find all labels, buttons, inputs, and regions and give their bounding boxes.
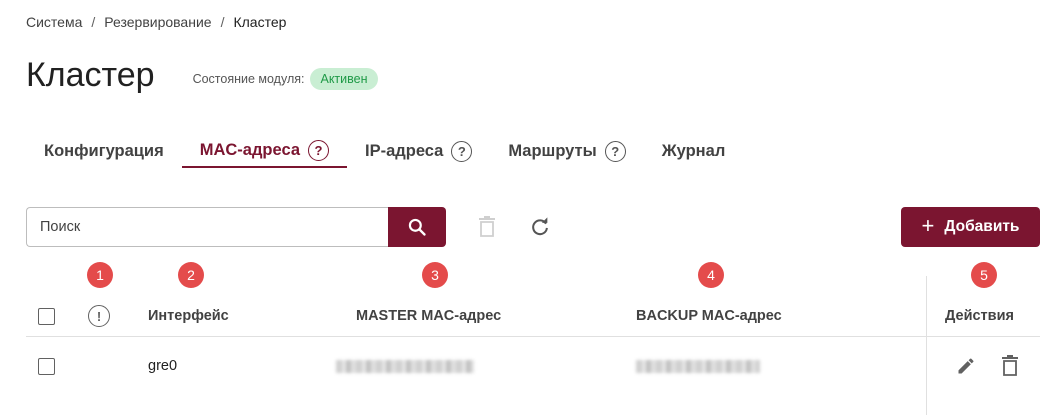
help-icon[interactable]: ? [604,140,626,162]
status-badge: Активен [310,67,378,90]
refresh-button[interactable] [528,215,552,239]
tab-label: Конфигурация [44,141,164,160]
search-icon [408,218,426,236]
redacted-value [336,359,474,373]
tab-journal[interactable]: Журнал [644,134,744,168]
select-all-cell [38,280,55,336]
row-master-mac [336,337,474,395]
tab-mac-addresses[interactable]: MAC-адреса ? [181,134,348,168]
table-header: ! Интерфейс MASTER MAC-адрес BACKUP MAC-… [26,280,1040,337]
title-row: Кластер Состояние модуля: Активен [26,56,378,95]
breadcrumb: Система / Резервирование / Кластер [26,14,286,30]
row-select-cell [38,337,55,395]
pencil-icon [958,358,974,374]
column-header-actions: Действия [945,308,1014,324]
breadcrumb-separator: / [91,14,96,30]
breadcrumb-item-backup[interactable]: Резервирование [104,14,211,30]
status-column-header: ! [88,280,110,336]
column-header-backup-mac[interactable]: BACKUP MAC-адрес [636,280,782,336]
add-button[interactable]: + Добавить [901,207,1040,247]
mac-address-table: ! Интерфейс MASTER MAC-адрес BACKUP MAC-… [26,276,1040,415]
help-icon[interactable]: ? [308,139,330,161]
tab-label: IP-адреса [365,141,444,160]
tab-ip-addresses[interactable]: IP-адреса ? [347,134,490,168]
module-state-label: Состояние модуля: [192,71,305,86]
tab-label: Журнал [661,141,726,160]
help-icon[interactable]: ? [451,140,473,162]
breadcrumb-item-cluster: Кластер [233,14,287,30]
alert-icon: ! [88,305,110,327]
table-row[interactable]: gre0 [26,337,1040,395]
tab-label: Маршруты [508,141,597,160]
select-all-checkbox[interactable] [38,307,55,325]
plus-icon: + [921,213,935,238]
trash-icon [1002,355,1018,376]
add-button-label: Добавить [944,218,1020,235]
tab-configuration[interactable]: Конфигурация [26,134,182,168]
edit-button[interactable] [954,354,978,378]
refresh-icon [532,217,548,236]
tab-label: MAC-адреса [199,140,301,159]
search-button[interactable] [388,207,446,247]
page-title: Кластер [26,56,155,94]
row-checkbox[interactable] [38,357,55,375]
column-header-interface[interactable]: Интерфейс [148,280,229,336]
delete-button[interactable] [998,354,1022,378]
delete-selected-button[interactable] [475,215,499,239]
trash-icon [479,216,495,237]
tab-bar: Конфигурация MAC-адреса ? IP-адреса ? Ма… [26,134,743,172]
toolbar: + Добавить [26,207,1040,247]
breadcrumb-item-system[interactable]: Система [26,14,82,30]
row-interface: gre0 [148,358,178,374]
row-actions [954,337,1022,395]
redacted-value [636,359,760,373]
breadcrumb-separator: / [220,14,225,30]
module-state: Состояние модуля: Активен [192,67,378,90]
row-backup-mac [636,337,760,395]
search-input[interactable] [26,207,390,247]
tab-routes[interactable]: Маршруты ? [490,134,643,168]
column-header-master-mac[interactable]: MASTER MAC-адрес [356,280,501,336]
